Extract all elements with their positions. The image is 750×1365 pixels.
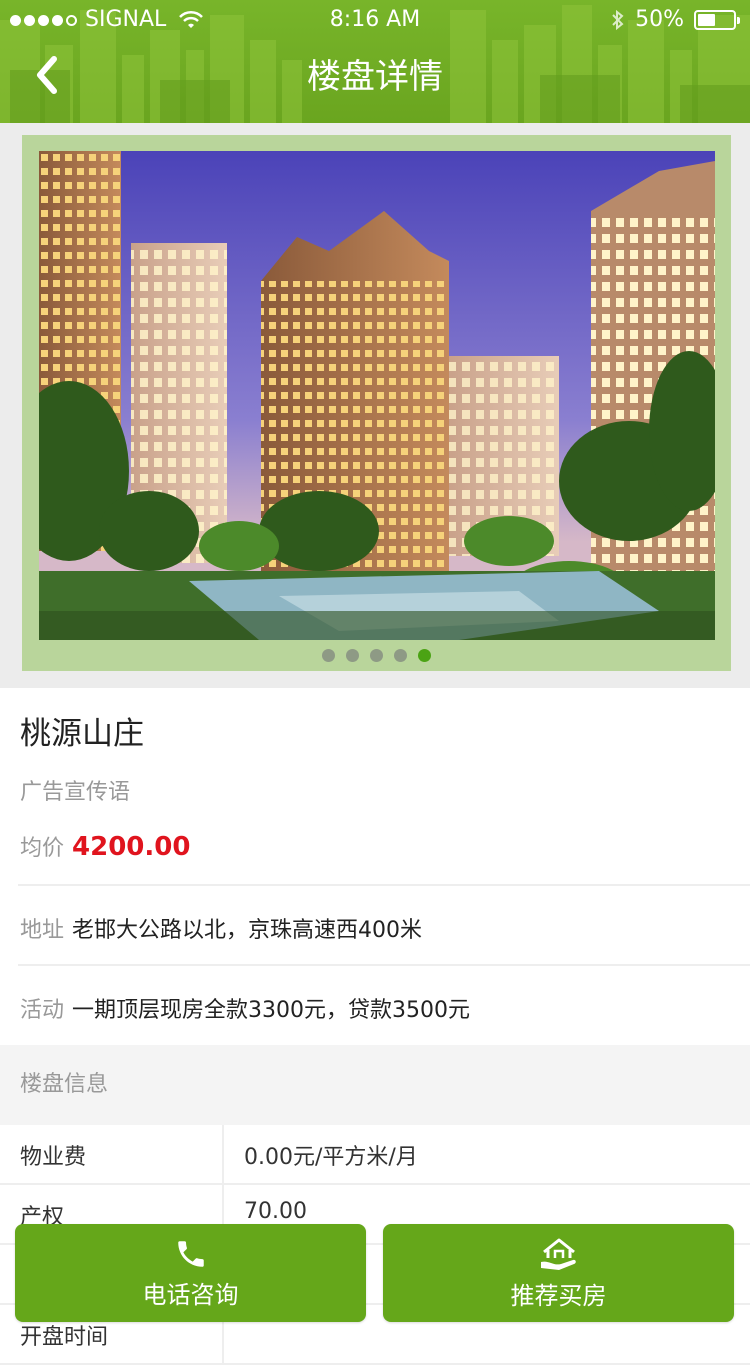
battery-percent: 50% bbox=[635, 7, 684, 32]
property-photo[interactable] bbox=[39, 151, 715, 640]
app-header: SIGNAL 8:16 AM 50% 楼盘详情 bbox=[0, 0, 750, 123]
house-hand-icon bbox=[540, 1238, 576, 1270]
table-row-value: 0.00元/平方米/月 bbox=[244, 1145, 418, 1170]
battery-icon bbox=[694, 10, 740, 30]
carousel-pager-dot[interactable] bbox=[322, 649, 335, 662]
carousel-pager-dot[interactable] bbox=[394, 649, 407, 662]
recommend-buy-button[interactable]: 推荐买房 bbox=[383, 1224, 734, 1322]
carousel-pager-dot[interactable] bbox=[370, 649, 383, 662]
carousel-pager-dot[interactable] bbox=[346, 649, 359, 662]
price-label: 均价 bbox=[20, 836, 65, 861]
carousel-pager bbox=[22, 649, 731, 662]
price-row: 均价 4200.00 bbox=[20, 830, 190, 862]
phone-consult-button[interactable]: 电话咨询 bbox=[15, 1224, 366, 1322]
activity-value: 一期顶层现房全款3300元，贷款3500元 bbox=[72, 998, 470, 1023]
phone-icon bbox=[177, 1240, 204, 1267]
address-value: 老邯大公路以北，京珠高速西400米 bbox=[72, 918, 423, 943]
price-value: 4200.00 bbox=[72, 832, 191, 862]
image-carousel bbox=[0, 123, 750, 688]
table-row-value: 70.00 bbox=[244, 1199, 307, 1224]
divider bbox=[18, 964, 750, 966]
estate-name: 桃源山庄 bbox=[20, 716, 144, 752]
status-bar: SIGNAL 8:16 AM 50% bbox=[0, 0, 750, 40]
divider bbox=[18, 884, 750, 886]
column-separator bbox=[222, 1125, 224, 1183]
page-title: 楼盘详情 bbox=[307, 57, 443, 97]
address-row: 地址 老邯大公路以北，京珠高速西400米 bbox=[20, 912, 422, 944]
battery-level bbox=[698, 14, 715, 26]
carousel-frame bbox=[22, 135, 731, 671]
status-right: 50% bbox=[611, 0, 740, 40]
carousel-pager-dot[interactable] bbox=[418, 649, 431, 662]
phone-consult-label: 电话咨询 bbox=[142, 1280, 239, 1309]
activity-label: 活动 bbox=[20, 998, 65, 1023]
table-row-label: 开盘时间 bbox=[20, 1325, 109, 1350]
section-title-estate-info: 楼盘信息 bbox=[0, 1045, 750, 1125]
estate-slogan: 广告宣传语 bbox=[20, 780, 131, 805]
recommend-buy-label: 推荐买房 bbox=[510, 1281, 607, 1310]
table-row-label: 物业费 bbox=[20, 1145, 87, 1170]
address-label: 地址 bbox=[20, 918, 65, 943]
table-row: 物业费 0.00元/平方米/月 bbox=[0, 1125, 750, 1185]
bluetooth-icon bbox=[612, 9, 624, 31]
property-render-image bbox=[39, 151, 715, 640]
activity-row: 活动 一期顶层现房全款3300元，贷款3500元 bbox=[20, 992, 470, 1024]
